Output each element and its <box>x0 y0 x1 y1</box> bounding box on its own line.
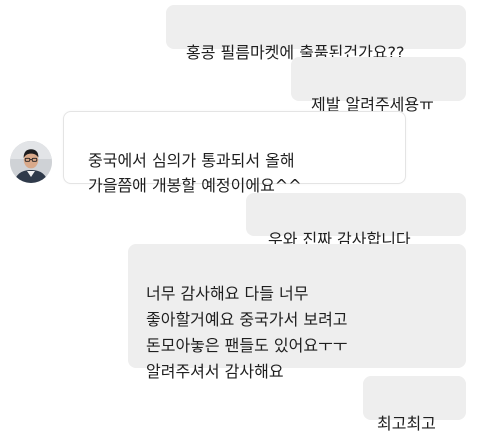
sent-message-bubble[interactable]: 제발 알려주세용ㅠ <box>291 57 466 114</box>
message-text: 너무 감사해요 다들 너무 좋아할거예요 중국가서 보려고 돈모아놓은 팬들도 … <box>146 284 348 381</box>
sent-message-bubble[interactable]: 우와 진짜 감사합니다 <box>246 193 466 249</box>
sent-message-bubble[interactable]: 홍콩 필름마켓에 출품된건가요?? <box>166 5 466 62</box>
message-text: 최고최고 <box>377 414 436 433</box>
person-avatar-icon <box>10 141 52 183</box>
chat-thread: 홍콩 필름마켓에 출품된건가요?? 제발 알려주세용ㅠ 중국에서 심의가 통과되… <box>0 0 480 433</box>
received-message-bubble[interactable]: 중국에서 심의가 통과되서 올해 가을쯤애 개봉할 예정이에요^^ <box>63 111 406 195</box>
sender-avatar[interactable] <box>10 141 52 183</box>
sent-message-bubble[interactable]: 너무 감사해요 다들 너무 좋아할거예요 중국가서 보려고 돈모아놓은 팬들도 … <box>128 244 466 381</box>
message-text: 중국에서 심의가 통과되서 올해 가을쯤애 개봉할 예정이에요^^ <box>88 151 302 195</box>
sent-message-bubble[interactable]: 최고최고 <box>363 376 466 433</box>
